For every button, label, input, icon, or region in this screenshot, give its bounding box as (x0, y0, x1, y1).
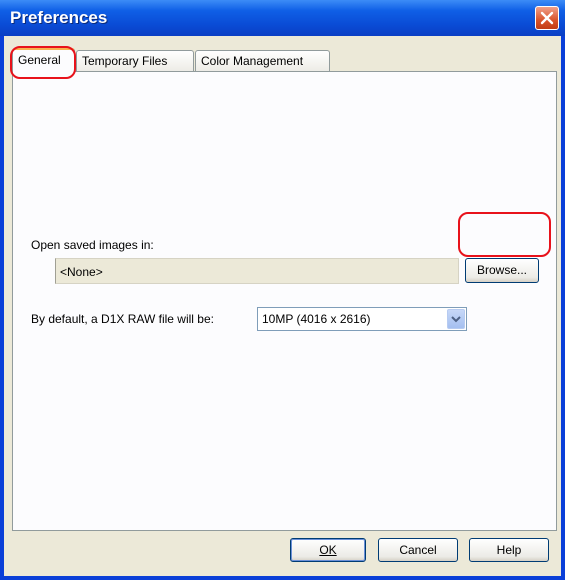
tab-label: General (18, 53, 61, 67)
tab-general[interactable]: General (12, 48, 75, 73)
dropdown-arrow-button[interactable] (447, 309, 465, 329)
close-button[interactable] (535, 6, 559, 30)
chevron-down-icon (451, 316, 461, 323)
dialog-client-area: General Temporary Files Color Management… (4, 36, 561, 576)
tab-color-management[interactable]: Color Management (195, 50, 330, 72)
ok-button-label: OK (319, 543, 337, 557)
close-icon (540, 11, 554, 25)
help-button[interactable]: Help (469, 538, 549, 562)
open-saved-images-label: Open saved images in: (31, 238, 154, 252)
cancel-button-label: Cancel (399, 543, 437, 557)
open-saved-path-field: <None> (55, 258, 459, 284)
title-bar[interactable]: Preferences (0, 0, 565, 36)
ok-button[interactable]: OK (290, 538, 366, 562)
tab-temporary-files[interactable]: Temporary Files (76, 50, 194, 72)
preferences-dialog: Preferences General Temporary Files Colo… (0, 0, 565, 580)
tab-label: Temporary Files (82, 54, 168, 68)
browse-button[interactable]: Browse... (465, 258, 539, 283)
browse-button-label: Browse... (476, 263, 527, 277)
raw-size-select[interactable]: 10MP (4016 x 2616) (257, 307, 467, 331)
raw-size-selected-value: 10MP (4016 x 2616) (262, 312, 371, 326)
tab-label: Color Management (201, 54, 304, 68)
cancel-button[interactable]: Cancel (378, 538, 458, 562)
general-tab-panel: Open saved images in: <None> Browse... B… (12, 71, 557, 531)
raw-default-label: By default, a D1X RAW file will be: (31, 312, 214, 326)
help-button-label: Help (496, 543, 522, 557)
dialog-title: Preferences (10, 8, 108, 27)
